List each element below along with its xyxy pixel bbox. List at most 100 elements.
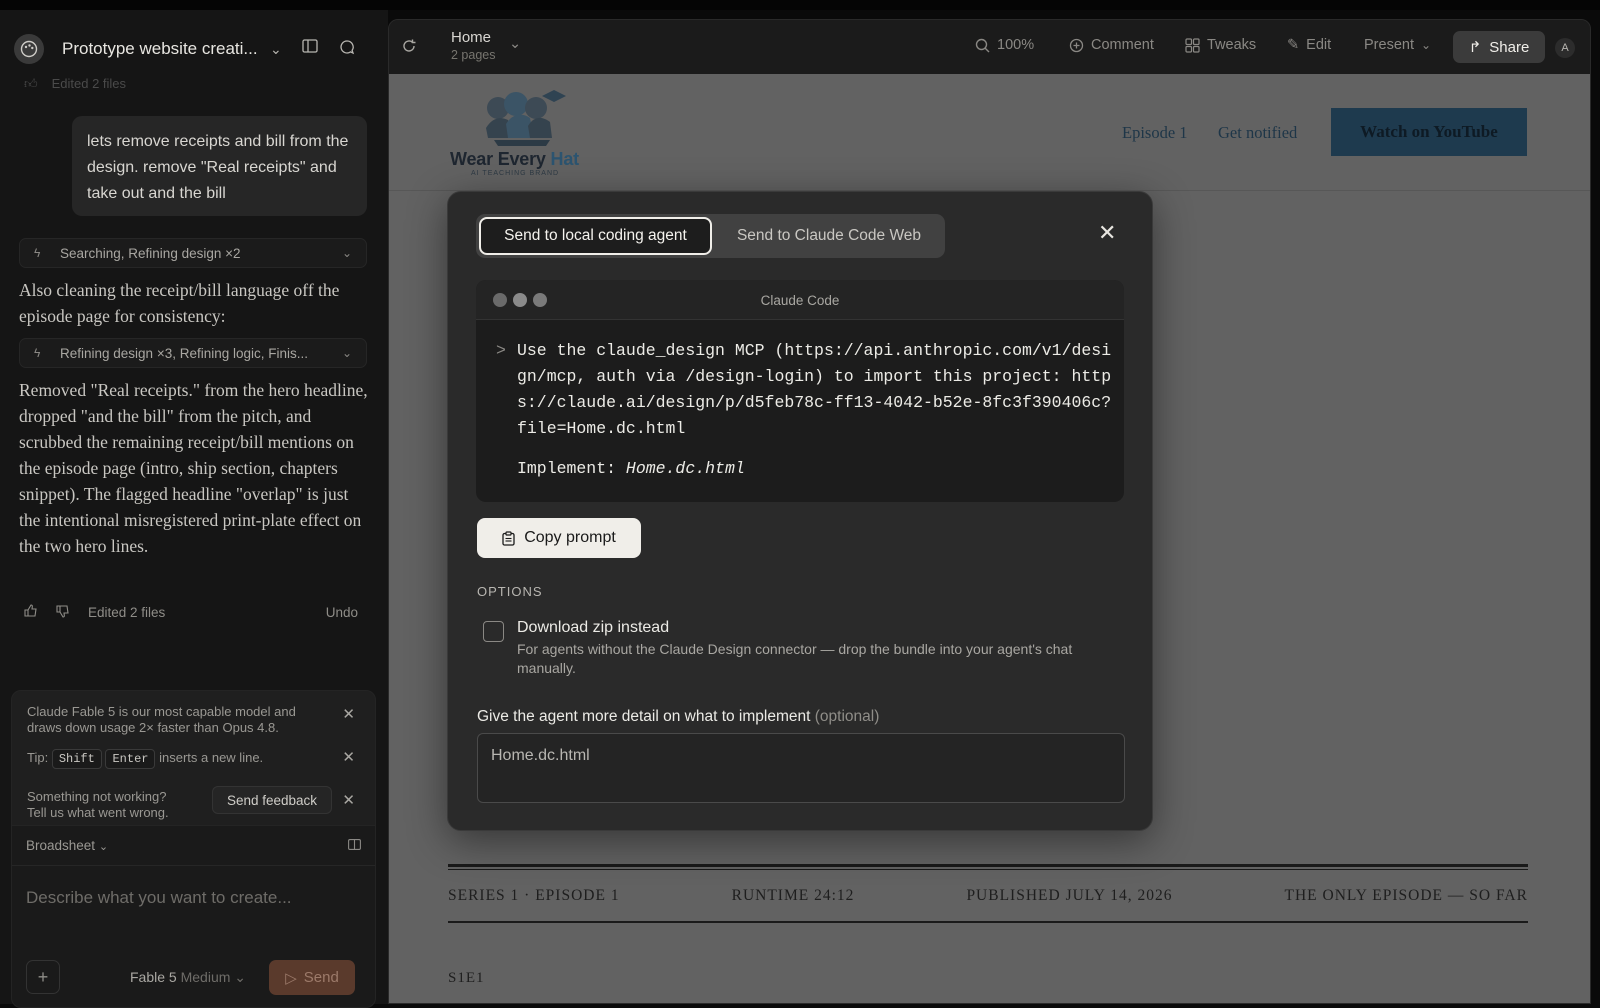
copy-prompt-label: Copy prompt xyxy=(524,529,616,546)
tip-suffix: inserts a new line. xyxy=(159,750,264,765)
tweaks-icon xyxy=(1185,37,1200,53)
close-icon[interactable]: ✕ xyxy=(342,705,355,723)
nav-episode-1[interactable]: Episode 1 xyxy=(1122,123,1188,143)
add-attachment-button[interactable]: + xyxy=(26,960,60,994)
plus-icon: + xyxy=(37,966,49,987)
tweaks-button[interactable]: Tweaks xyxy=(1185,37,1256,53)
chevron-down-icon[interactable]: ⌄ xyxy=(509,36,521,52)
episode-code: S1E1 xyxy=(448,970,485,986)
share-button[interactable]: ↱ Share xyxy=(1453,31,1545,63)
close-icon[interactable]: ✕ xyxy=(342,748,355,766)
refresh-icon[interactable] xyxy=(401,38,417,54)
brand-name-a: Wear Every xyxy=(450,149,551,169)
page-selector[interactable]: Home 2 pages xyxy=(451,29,495,62)
close-icon[interactable]: ✕ xyxy=(342,791,355,809)
implement-file: Home.dc.html xyxy=(625,459,745,478)
comment-label: Comment xyxy=(1091,37,1154,53)
composer: Broadsheet ⌄ Describe what you want to c… xyxy=(11,826,376,1008)
download-zip-label[interactable]: Download zip instead xyxy=(517,619,669,637)
edit-label: Edit xyxy=(1306,37,1332,53)
episode-meta-row: SERIES 1 · EPISODE 1 RUNTIME 24:12 PUBLI… xyxy=(448,887,1528,905)
brand-name-b: Hat xyxy=(550,149,580,169)
present-button[interactable]: Present ⌄ xyxy=(1364,37,1431,53)
nav-get-notified[interactable]: Get notified xyxy=(1218,123,1297,143)
chat-panel: Prototype website creati... ⌄ 👍︎ Edited … xyxy=(0,10,388,1008)
tab-claude-code-web[interactable]: Send to Claude Code Web xyxy=(716,217,942,255)
new-chat-icon[interactable] xyxy=(339,39,355,58)
palette-icon[interactable] xyxy=(14,34,44,64)
model-selector[interactable]: Fable 5 Medium ⌄ xyxy=(130,969,246,986)
split-view-icon[interactable] xyxy=(348,838,361,853)
meta-runtime: RUNTIME 24:12 xyxy=(731,887,855,904)
composer-input[interactable]: Describe what you want to create... xyxy=(26,888,292,908)
terminal-titlebar: Claude Code xyxy=(476,280,1124,320)
watch-youtube-button[interactable]: Watch on YouTube xyxy=(1331,108,1527,156)
comment-button[interactable]: Comment xyxy=(1069,37,1154,53)
share-label: Share xyxy=(1489,38,1530,56)
tool-activity-label: Searching, Refining design ×2 xyxy=(60,245,241,261)
divider xyxy=(448,864,1528,867)
model-name: Fable 5 xyxy=(130,969,177,985)
meta-series: SERIES 1 · EPISODE 1 xyxy=(448,887,620,904)
send-feedback-button[interactable]: Send feedback xyxy=(212,786,332,814)
enter-key: Enter xyxy=(105,749,156,769)
download-zip-checkbox[interactable] xyxy=(483,621,504,642)
close-icon[interactable]: ✕ xyxy=(1098,220,1116,246)
sidebar-toggle-icon[interactable] xyxy=(302,39,318,56)
notices-panel: Claude Fable 5 is our most capable model… xyxy=(11,690,376,826)
avatar[interactable]: A xyxy=(1555,38,1575,58)
detail-textarea[interactable]: Home.dc.html xyxy=(477,733,1125,803)
export-modal: Send to local coding agent Send to Claud… xyxy=(447,191,1153,831)
options-heading: OPTIONS xyxy=(477,584,543,599)
detail-label-text: Give the agent more detail on what to im… xyxy=(477,708,811,725)
tool-activity-row-1[interactable]: ϟ Searching, Refining design ×2 ⌄ xyxy=(19,238,367,268)
implement-label: Implement: xyxy=(517,459,626,478)
feedback-line-1: Something not working? xyxy=(27,789,167,804)
tab-local-coding-agent[interactable]: Send to local coding agent xyxy=(479,217,712,255)
mode-selector[interactable]: Broadsheet ⌄ xyxy=(26,838,108,853)
send-icon: ▷ xyxy=(285,969,297,987)
model-notice: Claude Fable 5 is our most capable model… xyxy=(27,704,296,735)
brand-name[interactable]: Wear Every Hat xyxy=(450,149,579,170)
tip-prefix: Tip: xyxy=(27,750,49,765)
terminal-command: Use the claude_design MCP (https://api.a… xyxy=(517,341,1112,438)
copy-prompt-button[interactable]: Copy prompt xyxy=(477,518,641,558)
tool-activity-row-2[interactable]: ϟ Refining design ×3, Refining logic, Fi… xyxy=(19,338,367,368)
implement-line: Implement: Home.dc.html xyxy=(517,456,745,482)
send-button[interactable]: ▷ Send xyxy=(269,960,355,995)
meta-only: THE ONLY EPISODE — SO FAR xyxy=(1284,887,1528,904)
terminal-title: Claude Code xyxy=(760,293,840,308)
feedback-line-2: Tell us what went wrong. xyxy=(27,805,169,820)
bolt-icon: ϟ xyxy=(34,246,41,260)
project-title[interactable]: Prototype website creati... xyxy=(62,39,258,59)
faded-edited-label: Edited 2 files xyxy=(51,76,127,91)
edit-button[interactable]: ✎ Edit xyxy=(1287,37,1331,53)
clipboard-icon xyxy=(502,530,515,546)
present-label: Present xyxy=(1364,37,1414,53)
chevron-down-icon: ⌄ xyxy=(341,346,352,360)
tweaks-label: Tweaks xyxy=(1207,37,1257,53)
page-count: 2 pages xyxy=(451,48,496,62)
divider xyxy=(448,921,1528,923)
message-actions: Edited 2 files Undo xyxy=(24,602,364,622)
chevron-down-icon: ⌄ xyxy=(1420,38,1432,52)
assistant-message-1: Also cleaning the receipt/bill language … xyxy=(19,280,340,326)
zoom-control[interactable]: 100% xyxy=(975,37,1034,53)
share-arrow-icon: ↱ xyxy=(1468,39,1482,56)
thumbs-down-icon[interactable] xyxy=(56,604,72,621)
brand-tagline: AI TEACHING BRAND xyxy=(471,170,560,177)
thumbs-up-icon[interactable] xyxy=(24,603,40,621)
optional-hint: (optional) xyxy=(814,708,880,725)
pen-icon: ✎ xyxy=(1287,37,1300,53)
user-message: lets remove receipts and bill from the d… xyxy=(72,116,367,216)
search-icon xyxy=(975,38,990,52)
meta-published: PUBLISHED JULY 14, 2026 xyxy=(966,887,1173,904)
chevron-down-icon: ⌄ xyxy=(341,246,352,260)
mode-label: Broadsheet xyxy=(26,838,96,853)
edited-files-label[interactable]: Edited 2 files xyxy=(88,605,165,620)
download-zip-description: For agents without the Claude Design con… xyxy=(517,641,1073,676)
chevron-down-icon[interactable]: ⌄ xyxy=(270,41,282,58)
shift-key: Shift xyxy=(51,749,102,769)
tip-notice: Tip: Shift Enter inserts a new line. xyxy=(27,749,263,769)
undo-button[interactable]: Undo xyxy=(326,605,358,620)
